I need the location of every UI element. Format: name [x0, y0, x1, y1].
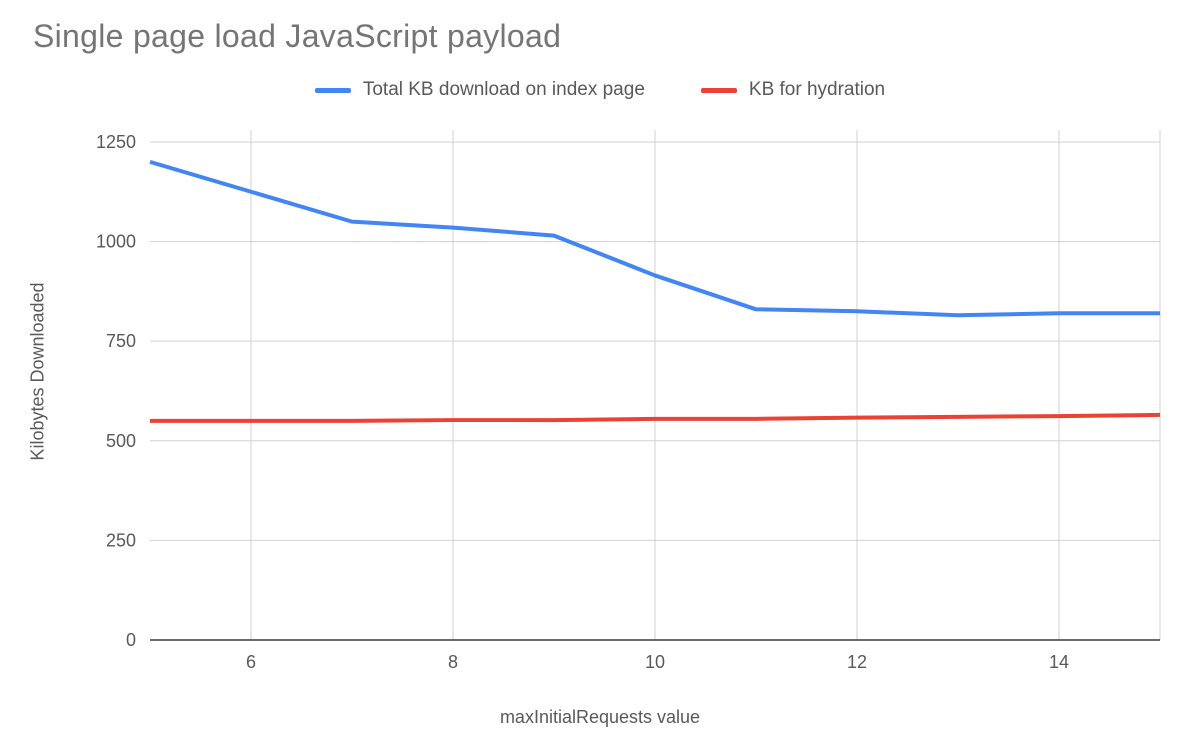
- legend-item-0: Total KB download on index page: [315, 79, 645, 101]
- x-axis-title: maxInitialRequests value: [0, 707, 1200, 728]
- y-tick-label: 750: [106, 331, 136, 351]
- y-tick-label: 500: [106, 431, 136, 451]
- legend-swatch-0: [315, 88, 351, 93]
- y-tick-label: 1000: [96, 232, 136, 252]
- y-tick-label: 250: [106, 530, 136, 550]
- legend-label-1: KB for hydration: [749, 79, 885, 101]
- legend-item-1: KB for hydration: [701, 79, 885, 101]
- legend-swatch-1: [701, 88, 737, 93]
- legend-label-0: Total KB download on index page: [363, 79, 645, 101]
- y-tick-label: 1250: [96, 132, 136, 152]
- x-tick-label: 6: [246, 652, 256, 672]
- x-tick-label: 8: [448, 652, 458, 672]
- plot-area: 02505007501000125068101214: [150, 130, 1160, 640]
- legend: Total KB download on index page KB for h…: [0, 74, 1200, 106]
- chart-title: Single page load JavaScript payload: [33, 18, 561, 55]
- x-tick-label: 14: [1049, 652, 1069, 672]
- chart-container: Single page load JavaScript payload Tota…: [0, 0, 1200, 742]
- y-tick-label: 0: [126, 630, 136, 650]
- y-axis-title: Kilobytes Downloaded: [26, 0, 50, 742]
- x-tick-label: 12: [847, 652, 867, 672]
- x-tick-label: 10: [645, 652, 665, 672]
